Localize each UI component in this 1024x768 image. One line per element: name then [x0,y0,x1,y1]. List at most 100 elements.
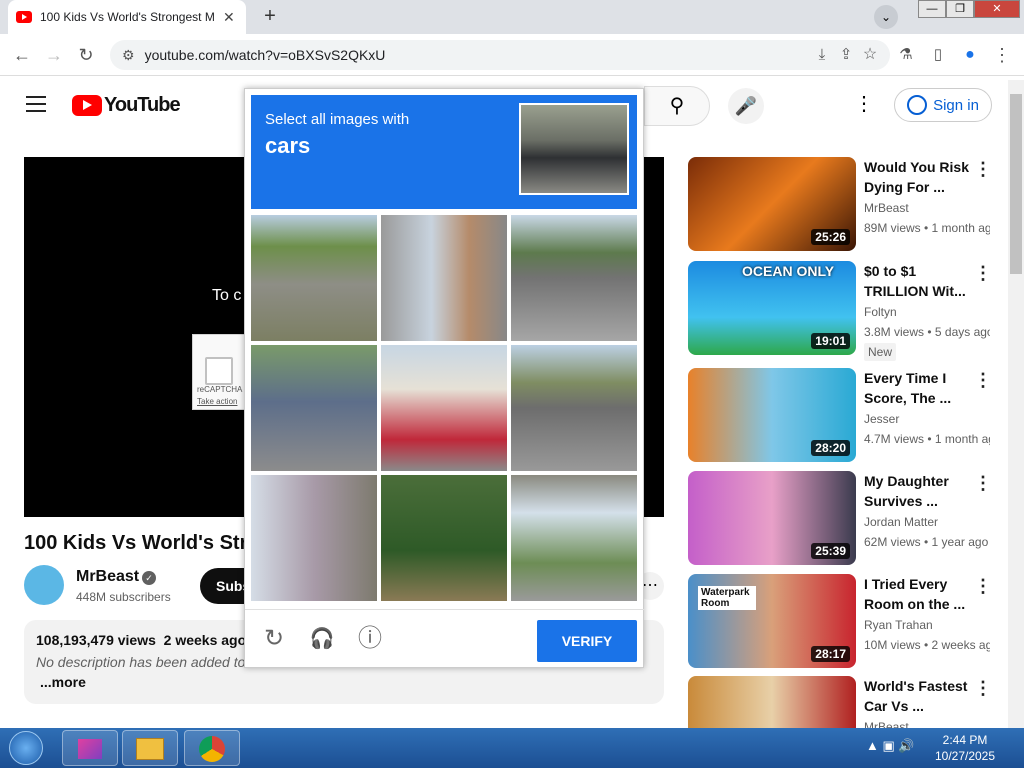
app-icon [78,739,102,759]
duration-badge: 25:26 [811,229,850,245]
install-icon[interactable]: ⤓ [810,43,834,67]
channel-name[interactable]: MrBeast [76,568,139,586]
taskbar-chrome[interactable] [184,730,240,766]
youtube-logo[interactable]: YouTube [72,94,181,117]
recommendation-title[interactable]: Would You Risk Dying For ... [864,157,974,197]
kebab-menu-icon[interactable]: ⋮ [974,159,992,180]
close-window-button[interactable]: ✕ [974,0,1020,18]
hamburger-menu-icon[interactable] [26,96,46,112]
tab-search-button[interactable]: ⌄ [874,5,898,29]
recommendation-item[interactable]: 25:39 My Daughter Survives ... Jordan Ma… [688,471,1008,567]
new-tab-button[interactable]: + [258,4,282,28]
forward-button[interactable]: → [42,43,66,67]
browser-tab[interactable]: 100 Kids Vs World's Strongest Man ✕ [8,0,246,34]
recommendation-item[interactable]: 28:20 Every Time I Score, The ... Jesser… [688,368,1008,464]
grid-tile[interactable] [381,345,507,471]
show-more-link[interactable]: ...more [40,674,86,690]
verified-check-icon: ✓ [142,571,156,585]
clock[interactable]: 2:44 PM 10/27/2025 [930,732,1000,764]
verify-button[interactable]: VERIFY [537,620,637,662]
back-button[interactable]: ← [10,43,34,67]
youtube-favicon-icon [16,11,32,23]
recommendation-title[interactable]: $0 to $1 TRILLION Wit... [864,261,974,301]
recommendation-title[interactable]: I Tried Every Room on the ... [864,574,974,614]
share-icon[interactable]: ⇪ [834,43,858,67]
reload-challenge-icon[interactable]: ↻ [259,624,289,654]
kebab-menu-icon[interactable]: ⋮ [974,473,992,494]
grid-tile[interactable] [251,475,377,601]
kebab-menu-icon[interactable]: ⋮ [974,263,992,284]
audio-challenge-icon[interactable]: 🎧 [307,624,337,654]
bookmark-star-icon[interactable]: ☆ [858,43,882,67]
recommendation-channel[interactable]: MrBeast [864,201,909,215]
page-scrollbar[interactable] [1008,80,1024,728]
recommendation-title[interactable]: My Daughter Survives ... [864,471,974,511]
recaptcha-take-action-link[interactable]: Take action [197,397,237,406]
video-thumbnail[interactable]: 25:39 [688,471,856,565]
grid-tile[interactable] [511,215,637,341]
recommendation-item[interactable]: 25:26 Would You Risk Dying For ... MrBea… [688,157,1008,253]
recommendation-channel[interactable]: Ryan Trahan [864,618,933,632]
recommendation-channel[interactable]: MrBeast [864,720,909,728]
start-button[interactable] [4,730,48,766]
windows-logo-icon [9,731,43,765]
recommendation-title[interactable]: World's Fastest Car Vs ... [864,676,974,716]
browser-menu-icon[interactable]: ⋮ [990,43,1014,67]
chrome-icon [199,736,225,762]
taskbar-explorer[interactable] [122,730,178,766]
grid-tile[interactable] [251,345,377,471]
info-icon[interactable]: ⓘ [355,624,385,654]
address-bar[interactable]: ⚙ youtube.com/watch?v=oBXSvS2QKxU [110,40,890,70]
video-thumbnail[interactable] [688,676,856,728]
extensions-icon[interactable]: ⚗ [894,43,918,67]
video-thumbnail[interactable]: 25:26 [688,157,856,251]
kebab-menu-icon[interactable]: ⋮ [974,576,992,597]
video-title: 100 Kids Vs World's Strongest Man [24,532,244,554]
recommendation-item[interactable]: OCEAN ONLY 19:01 $0 to $1 TRILLION Wit..… [688,261,1008,361]
scrollbar-thumb[interactable] [1010,94,1022,274]
tab-close-icon[interactable]: ✕ [223,9,235,26]
recaptcha-checkbox[interactable] [205,357,233,385]
recaptcha-checkbox-widget[interactable]: reCAPTCHA Take action [192,334,252,410]
taskbar-app-1[interactable] [62,730,118,766]
recommendation-channel[interactable]: Jordan Matter [864,515,938,529]
channel-avatar[interactable] [24,565,64,605]
recommendation-channel[interactable]: Jesser [864,412,899,426]
grid-tile[interactable] [381,215,507,341]
grid-tile[interactable] [381,475,507,601]
search-button[interactable]: ⚲ [644,86,710,126]
site-info-icon[interactable]: ⚙ [122,47,135,64]
duration-badge: 25:39 [811,543,850,559]
recommendation-item[interactable]: Waterpark Room 28:17 I Tried Every Room … [688,574,1008,670]
youtube-play-icon [72,95,102,116]
video-thumbnail[interactable]: Waterpark Room 28:17 [688,574,856,668]
grid-tile[interactable] [511,475,637,601]
clock-time: 2:44 PM [942,733,988,747]
system-tray[interactable]: ▲ ▣ 🔊 [866,738,915,754]
subscriber-count: 448M subscribers [76,590,171,604]
side-panel-icon[interactable]: ▯ [926,43,950,67]
grid-tile[interactable] [251,215,377,341]
grid-tile[interactable] [511,345,637,471]
url-text[interactable]: youtube.com/watch?v=oBXSvS2QKxU [145,47,386,63]
kebab-menu-icon[interactable]: ⋮ [974,370,992,391]
settings-more-icon[interactable]: ⋮ [852,92,876,116]
microphone-icon: 🎤 [734,96,758,116]
video-thumbnail[interactable]: OCEAN ONLY 19:01 [688,261,856,355]
recommendation-item[interactable]: World's Fastest Car Vs ... MrBeast ⋮ [688,676,1008,728]
maximize-button[interactable]: ❐ [946,0,974,18]
kebab-menu-icon[interactable]: ⋮ [974,678,992,699]
minimize-button[interactable]: — [918,0,946,18]
player-overlay-text: To c [212,287,242,304]
reload-button[interactable]: ↻ [74,43,98,67]
sign-in-label: Sign in [933,96,979,114]
recommendation-channel[interactable]: Foltyn [864,305,897,319]
profile-icon[interactable]: ● [958,43,982,67]
recommendation-title[interactable]: Every Time I Score, The ... [864,368,974,408]
sign-in-button[interactable]: Sign in [894,88,992,122]
video-thumbnail[interactable]: 28:20 [688,368,856,462]
voice-search-button[interactable]: 🎤 [728,88,764,124]
folder-icon [136,738,164,760]
duration-badge: 28:17 [811,646,850,662]
recommendation-meta: 10M views • 2 weeks ago [864,638,990,652]
